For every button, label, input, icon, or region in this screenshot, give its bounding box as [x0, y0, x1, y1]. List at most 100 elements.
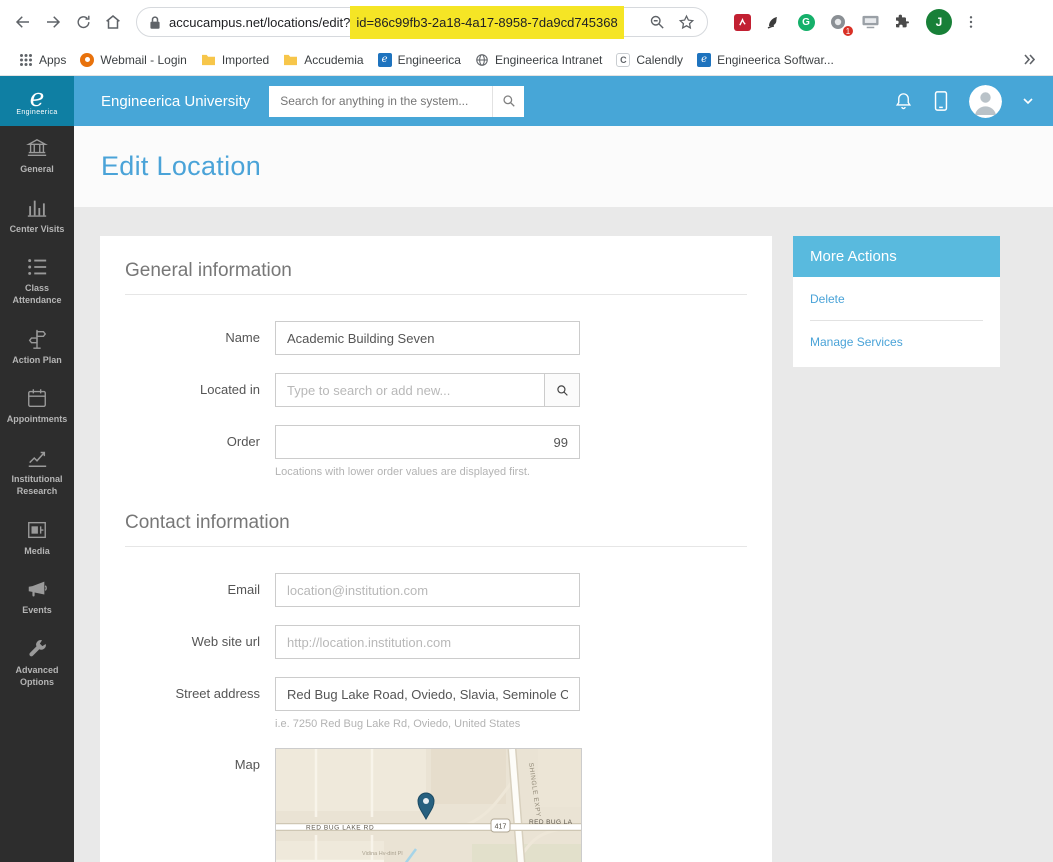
- media-icon: [28, 521, 46, 538]
- name-input[interactable]: [275, 321, 580, 355]
- logo-text: Engineerica: [16, 109, 58, 116]
- website-input[interactable]: [275, 625, 580, 659]
- apps-shortcut[interactable]: Apps: [12, 49, 73, 71]
- user-avatar[interactable]: [969, 84, 1002, 118]
- url-highlighted-id: id=86c99fb3-2a18-4a17-8958-7da9cd745368: [350, 5, 624, 39]
- browser-toolbar: accucampus.net/locations/edit? id=86c99fb…: [0, 0, 1053, 44]
- bookmark-engineerica-software[interactable]: e Engineerica Softwar...: [690, 49, 841, 71]
- megaphone-icon: [28, 581, 47, 597]
- back-icon: [15, 16, 29, 28]
- bookmarks-overflow-button[interactable]: [1017, 50, 1041, 69]
- folder-icon: [284, 54, 298, 66]
- bookmark-star-icon[interactable]: [678, 14, 695, 31]
- order-label: Order: [226, 434, 260, 449]
- home-button[interactable]: [98, 7, 128, 37]
- address-bar[interactable]: accucampus.net/locations/edit? id=86c99fb…: [136, 5, 708, 39]
- chevron-down-icon[interactable]: [1023, 97, 1033, 105]
- app-window: e Engineerica General Center Visits Clas…: [0, 76, 1053, 862]
- screencast-extension-icon[interactable]: [860, 12, 880, 32]
- more-actions-card: More Actions Delete Manage Services: [793, 236, 1000, 367]
- located-in-input[interactable]: [275, 373, 545, 407]
- order-help-text: Locations with lower order values are di…: [275, 466, 530, 478]
- divider: [810, 320, 983, 321]
- email-input[interactable]: [275, 573, 580, 607]
- back-button[interactable]: [8, 7, 38, 37]
- street-address-input[interactable]: [275, 677, 580, 711]
- bookmark-folder-imported[interactable]: Imported: [194, 49, 276, 71]
- order-input[interactable]: [275, 425, 580, 459]
- name-field-row: Name: [125, 321, 747, 355]
- sidebar-item-class-attendance[interactable]: Class Attendance: [0, 245, 74, 316]
- sidebar-item-advanced-options[interactable]: Advanced Options: [0, 627, 74, 698]
- located-in-label: Located in: [200, 382, 260, 397]
- refresh-button[interactable]: [68, 7, 98, 37]
- page-title-band: Edit Location: [74, 126, 1053, 207]
- calendar-icon: [28, 389, 46, 408]
- apps-grid-icon: [20, 53, 32, 66]
- notification-extension-icon[interactable]: 1: [828, 12, 854, 37]
- engineerica-logo[interactable]: e Engineerica: [0, 76, 74, 126]
- sidebar-item-events[interactable]: Events: [0, 567, 74, 627]
- organization-name: Engineerica University: [101, 92, 251, 110]
- lock-icon: [150, 15, 160, 29]
- folder-icon: [201, 54, 215, 66]
- zoom-icon[interactable]: [649, 14, 666, 31]
- email-field-row: Email: [125, 573, 747, 607]
- bookmarks-bar: Apps Webmail - Login Imported Accudemia …: [0, 44, 1053, 75]
- refresh-icon: [76, 15, 90, 28]
- sidebar-item-institutional-research[interactable]: Institutional Research: [0, 436, 74, 507]
- extensions-puzzle-icon[interactable]: [892, 12, 912, 32]
- browser-menu-button[interactable]: [956, 7, 986, 37]
- map-image[interactable]: RED BUG LAKE RD RED BUG LA SHINGLE EXPY …: [276, 749, 581, 862]
- extensions-row: G 1: [732, 12, 912, 37]
- ink-extension-icon[interactable]: [764, 12, 784, 32]
- website-field-row: Web site url: [125, 625, 747, 659]
- map-road-main-label: RED BUG LAKE RD: [306, 825, 374, 832]
- bookmark-folder-accudemia[interactable]: Accudemia: [276, 49, 370, 71]
- sidebar-item-media[interactable]: Media: [0, 508, 74, 568]
- forward-button[interactable]: [38, 7, 68, 37]
- globe-icon: [476, 53, 488, 66]
- mobile-device-icon[interactable]: [934, 91, 948, 111]
- general-information-heading: General information: [125, 260, 747, 295]
- header-actions: [894, 84, 1033, 118]
- located-in-field-row: Located in: [125, 373, 747, 407]
- more-actions-header: More Actions: [793, 236, 1000, 277]
- located-in-search-button[interactable]: [545, 373, 580, 407]
- bookmark-calendly[interactable]: C Calendly: [609, 49, 690, 71]
- notifications-bell-icon[interactable]: [894, 91, 913, 111]
- manage-services-link[interactable]: Manage Services: [810, 335, 983, 349]
- website-label: Web site url: [191, 634, 260, 649]
- sidebar-item-action-plan[interactable]: Action Plan: [0, 317, 74, 377]
- delete-link[interactable]: Delete: [810, 292, 983, 306]
- map-highway-shield-label: 417: [495, 824, 507, 831]
- map-field-row: Map RED BUG LAKE RD RED BUG LA SHINGLE E…: [125, 748, 747, 862]
- sidebar-item-general[interactable]: General: [0, 126, 74, 186]
- global-search-input[interactable]: [269, 85, 493, 117]
- browser-chrome: accucampus.net/locations/edit? id=86c99fb…: [0, 0, 1053, 76]
- browser-profile-avatar[interactable]: J: [926, 9, 952, 35]
- grammarly-extension-icon[interactable]: G: [796, 12, 816, 32]
- street-address-field-row: Street address i.e. 7250 Red Bug Lake Rd…: [125, 677, 747, 730]
- bookmark-engineerica[interactable]: e Engineerica: [371, 49, 468, 71]
- line-chart-icon: [28, 451, 47, 468]
- wrench-icon: [29, 639, 46, 657]
- url-text: accucampus.net/locations/edit? id=86c99fb…: [169, 5, 624, 39]
- global-search-button[interactable]: [492, 85, 525, 117]
- map-widget[interactable]: RED BUG LAKE RD RED BUG LA SHINGLE EXPY …: [275, 748, 582, 862]
- acrobat-extension-icon[interactable]: [732, 12, 752, 32]
- bookmark-engineerica-intranet[interactable]: Engineerica Intranet: [468, 49, 609, 71]
- order-field-row: Order Locations with lower order values …: [125, 425, 747, 478]
- bar-chart-icon: [27, 200, 47, 217]
- sidebar-item-center-visits[interactable]: Center Visits: [0, 186, 74, 246]
- map-minor-street-label: Vidina Hv-dint Pl: [362, 851, 403, 857]
- map-road-right-label: RED BUG LA: [529, 819, 573, 826]
- bookmark-webmail[interactable]: Webmail - Login: [73, 49, 193, 71]
- home-icon: [106, 15, 120, 29]
- sidebar-item-appointments[interactable]: Appointments: [0, 376, 74, 436]
- extension-badge: 1: [842, 25, 854, 37]
- bank-icon: [26, 138, 48, 157]
- street-address-label: Street address: [175, 686, 260, 701]
- url-prefix: accucampus.net/locations/edit?: [169, 14, 351, 30]
- edit-location-form: General information Name Located in: [100, 236, 772, 862]
